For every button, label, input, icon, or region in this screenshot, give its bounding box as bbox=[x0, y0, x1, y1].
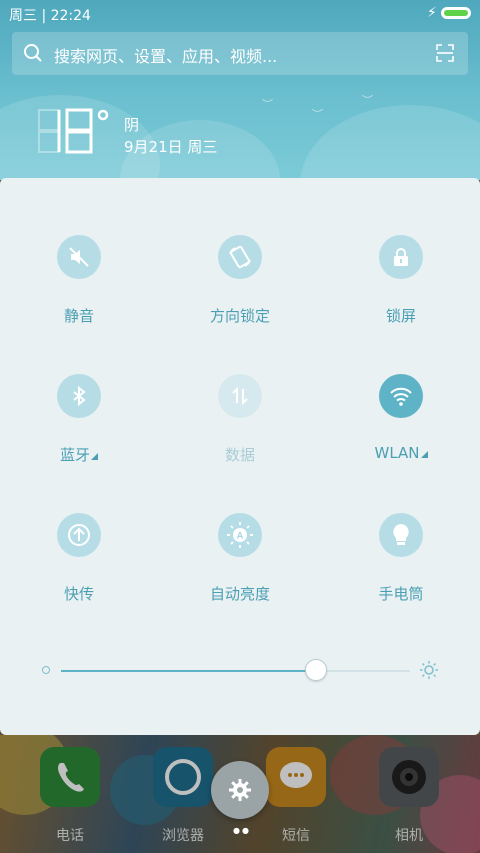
battery-icon bbox=[441, 7, 471, 19]
toggle-label: WLAN bbox=[341, 444, 461, 462]
toggle-quick-transfer[interactable]: 快传 bbox=[19, 513, 139, 604]
scan-icon[interactable] bbox=[436, 44, 454, 62]
brightness-thumb[interactable] bbox=[304, 659, 327, 681]
wifi-icon bbox=[379, 374, 423, 418]
toggle-label: 自动亮度 bbox=[209, 585, 270, 603]
toggle-auto-brightness[interactable]: A 自动亮度 bbox=[180, 513, 300, 604]
expand-triangle-icon bbox=[420, 451, 428, 458]
brightness-fill bbox=[61, 670, 316, 672]
bird-shape: ︶ bbox=[312, 108, 323, 121]
brightness-low-icon bbox=[42, 666, 50, 674]
toggle-lock-screen[interactable]: 锁屏 bbox=[341, 235, 461, 326]
status-time: 周三 | 22:24 bbox=[9, 8, 91, 24]
bluetooth-icon bbox=[57, 374, 101, 418]
rotation-lock-icon bbox=[218, 235, 262, 279]
flashlight-icon bbox=[379, 513, 423, 557]
expand-triangle-icon bbox=[91, 453, 98, 460]
lock-icon bbox=[379, 235, 423, 279]
auto-brightness-icon: A bbox=[218, 513, 262, 557]
toggle-rotation-lock[interactable]: 方向锁定 bbox=[180, 235, 300, 326]
search-icon bbox=[24, 44, 42, 62]
cloud-shape bbox=[300, 105, 480, 180]
svg-text:A: A bbox=[237, 532, 244, 542]
toggle-label: 蓝牙 bbox=[19, 444, 139, 465]
status-bar: 周三 | 22:24 ⚡ bbox=[0, 0, 480, 28]
gear-icon bbox=[229, 779, 251, 801]
charging-icon: ⚡ bbox=[427, 5, 437, 21]
toggle-label: 快传 bbox=[63, 585, 94, 603]
toggle-label: 锁屏 bbox=[385, 307, 416, 325]
page-indicator: ●● bbox=[233, 826, 251, 835]
weather-condition: 阴 bbox=[124, 116, 140, 134]
toggle-bluetooth[interactable]: 蓝牙 bbox=[19, 374, 139, 465]
toggle-label: 数据 bbox=[224, 446, 255, 464]
brightness-high-icon bbox=[420, 661, 438, 679]
toggle-label: 方向锁定 bbox=[209, 307, 270, 325]
search-placeholder: 搜索网页、设置、应用、视频... bbox=[54, 47, 278, 66]
bird-shape: ︶ bbox=[362, 94, 373, 107]
brightness-slider[interactable] bbox=[61, 670, 410, 672]
toggle-mute[interactable]: 静音 bbox=[19, 235, 139, 326]
mute-icon bbox=[57, 235, 101, 279]
toggle-wlan[interactable]: WLAN bbox=[341, 374, 461, 462]
toggle-label: 手电筒 bbox=[378, 585, 424, 603]
settings-button[interactable] bbox=[211, 761, 269, 819]
toggle-label: 静音 bbox=[63, 307, 94, 325]
weather-date: 9月21日 周三 bbox=[124, 138, 218, 156]
quick-transfer-icon bbox=[57, 513, 101, 557]
search-bar[interactable]: 搜索网页、设置、应用、视频... bbox=[12, 32, 468, 75]
toggle-mobile-data[interactable]: 数据 bbox=[180, 374, 300, 465]
weather-header: ︶ ︶ ︶ 周三 | 22:24 ⚡ 搜索网页、设置、应用、视频... 阴 9月… bbox=[0, 0, 480, 180]
toggle-flashlight[interactable]: 手电筒 bbox=[341, 513, 461, 604]
temperature-digits bbox=[38, 108, 109, 154]
mobile-data-icon bbox=[218, 374, 262, 418]
bird-shape: ︶ bbox=[262, 98, 273, 111]
